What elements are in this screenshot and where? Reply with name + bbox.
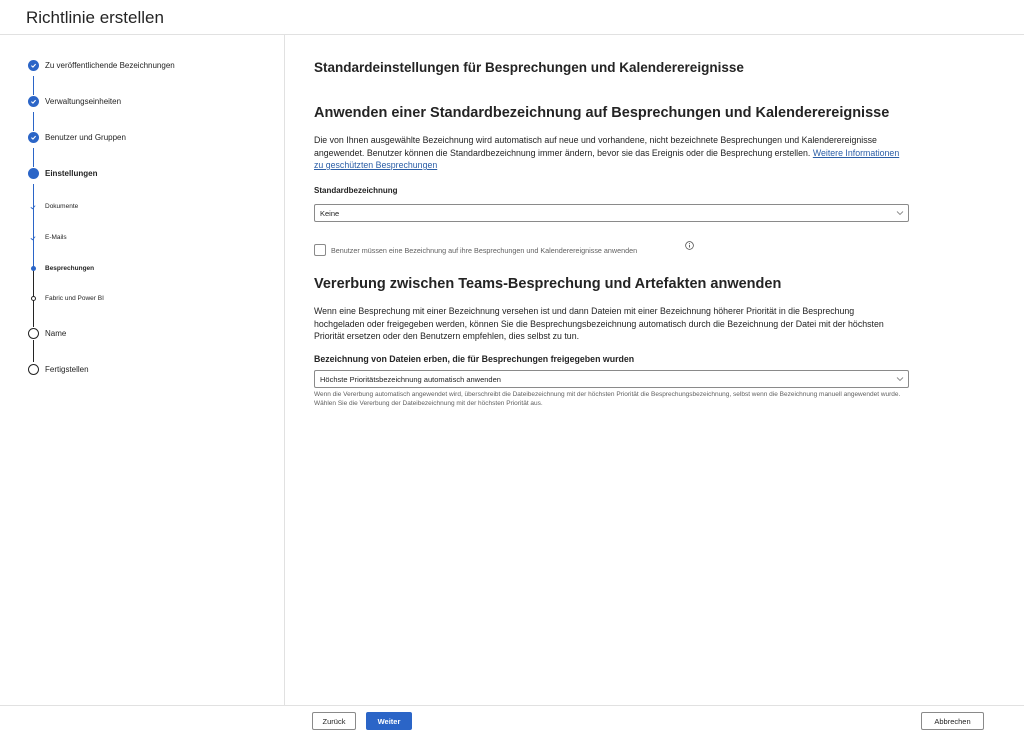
- step-label: Fabric und Power BI: [45, 295, 104, 302]
- section-inheritance-description: Wenn eine Besprechung mit einer Bezeichn…: [314, 306, 884, 341]
- step-label: Verwaltungseinheiten: [45, 97, 122, 106]
- wizard-footer: Zurück Weiter Abbrechen: [0, 705, 1024, 736]
- chevron-down-icon: [896, 211, 904, 216]
- step-label: Name: [45, 329, 67, 338]
- step-connector: [33, 76, 34, 95]
- step-pending-icon: [28, 328, 39, 339]
- step-label: Benutzer und Gruppen: [45, 133, 126, 142]
- section-page-title: Standardeinstellungen für Besprechungen …: [314, 60, 744, 75]
- info-icon[interactable]: [685, 241, 694, 250]
- section-default-label-title: Anwenden einer Standardbezeichnung auf B…: [314, 105, 890, 121]
- step-connector: [33, 112, 34, 131]
- inheritance-field-label: Bezeichnung von Dateien erben, die für B…: [314, 354, 635, 364]
- step-connector: [33, 340, 34, 362]
- substep-pending-icon: [31, 296, 36, 301]
- step-label: E-Mails: [45, 234, 67, 241]
- step-label: Besprechungen: [45, 265, 95, 272]
- substep-current-icon: [31, 266, 36, 271]
- step-label: Dokumente: [45, 203, 79, 210]
- default-label-dropdown[interactable]: Keine: [314, 204, 909, 222]
- step-done-icon: [28, 60, 39, 71]
- default-label-field-label: Standardbezeichnung: [314, 186, 398, 195]
- chevron-down-icon: [896, 377, 904, 382]
- cancel-button[interactable]: Abbrechen: [921, 712, 984, 730]
- step-done-icon: [28, 96, 39, 107]
- page-header: Richtlinie erstellen: [0, 0, 1024, 35]
- step-label: Zu veröffentlichende Bezeichnungen: [45, 61, 175, 70]
- step-done-icon: [28, 132, 39, 143]
- wizard-steps-sidebar: Zu veröffentlichende Bezeichnungen Verwa…: [0, 35, 285, 705]
- step-label: Einstellungen: [45, 169, 98, 178]
- step-connector: [33, 148, 34, 167]
- require-label-checkbox-row[interactable]: Benutzer müssen eine Bezeichnung auf ihr…: [314, 244, 637, 256]
- require-label-checkbox-label: Benutzer müssen eine Bezeichnung auf ihr…: [331, 245, 638, 255]
- inheritance-help-text: Wenn die Vererbung automatisch angewende…: [314, 391, 901, 407]
- substep-check-icon: [30, 236, 36, 241]
- substep-check-icon: [30, 205, 36, 210]
- inheritance-dropdown-value: Höchste Prioritätsbezeichnung automatisc…: [320, 375, 501, 384]
- next-button[interactable]: Weiter: [366, 712, 412, 730]
- step-pending-icon: [28, 364, 39, 375]
- inheritance-dropdown[interactable]: Höchste Prioritätsbezeichnung automatisc…: [314, 370, 909, 388]
- section-inheritance-title: Vererbung zwischen Teams-Besprechung und…: [314, 276, 782, 292]
- step-label: Fertigstellen: [45, 365, 89, 374]
- require-label-checkbox[interactable]: [314, 244, 326, 256]
- back-button[interactable]: Zurück: [312, 712, 356, 730]
- default-label-dropdown-value: Keine: [320, 209, 340, 218]
- section-default-label-description: Die von Ihnen ausgewählte Bezeichnung wi…: [314, 135, 900, 170]
- step-current-icon: [28, 168, 39, 179]
- page-title: Richtlinie erstellen: [26, 8, 164, 27]
